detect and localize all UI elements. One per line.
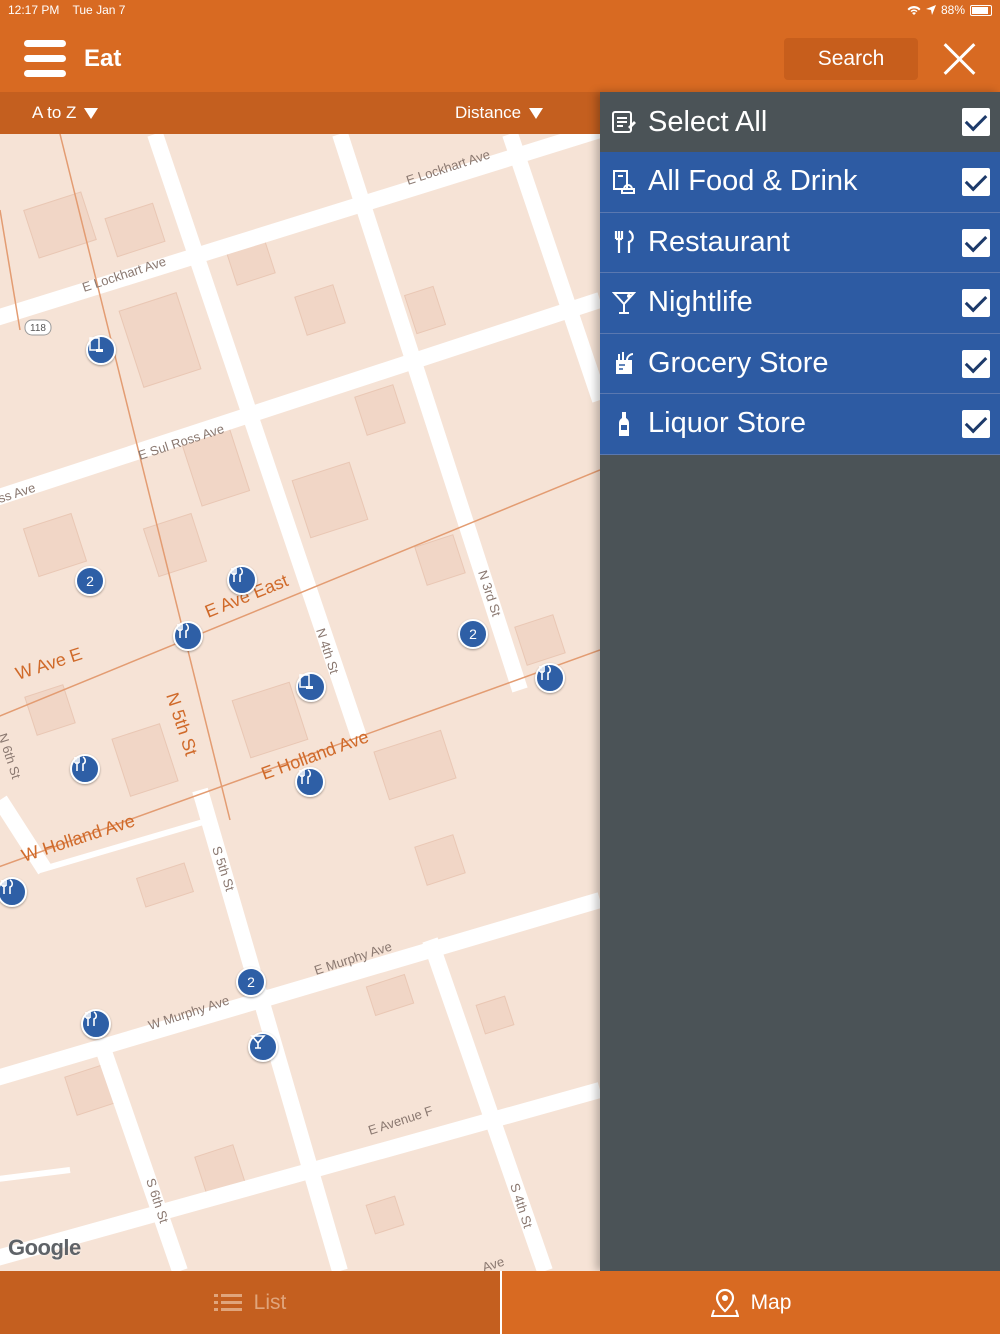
bottom-tab-bar: List Map: [0, 1271, 1000, 1334]
restaurant-pin[interactable]: [227, 565, 257, 595]
top-bar: 12:17 PM Tue Jan 7 88% Eat Search: [0, 0, 1000, 92]
map-view[interactable]: E Lockhart Ave E Lockhart Ave E Sul Ross…: [0, 134, 600, 1271]
street-label: Ave: [480, 1254, 506, 1271]
filter-nightlife[interactable]: Nightlife: [600, 273, 1000, 334]
street-label: S 5th St: [209, 844, 238, 893]
select-all-checkbox[interactable]: [962, 108, 990, 136]
cluster-pin[interactable]: 2: [236, 967, 266, 997]
caret-down-icon: [529, 108, 544, 120]
food-drink-pin[interactable]: [86, 335, 116, 365]
food-drink-pin[interactable]: [296, 672, 326, 702]
fork-knife-icon: [600, 212, 648, 272]
tab-list-label: List: [253, 1290, 287, 1314]
filter-restaurant[interactable]: Restaurant: [600, 212, 1000, 273]
filter-label: Nightlife: [648, 286, 753, 319]
filter-all-food-drink[interactable]: All Food & Drink: [600, 152, 1000, 213]
cocktail-icon: [600, 273, 648, 333]
street-label: N 3rd St: [475, 568, 504, 618]
tab-list[interactable]: List: [0, 1271, 500, 1334]
map-streets: E Lockhart Ave E Lockhart Ave E Sul Ross…: [0, 134, 600, 1271]
nightlife-pin[interactable]: [248, 1032, 278, 1062]
filter-grocery-store[interactable]: Grocery Store: [600, 333, 1000, 394]
google-attribution: Google: [8, 1235, 81, 1260]
filter-checkbox[interactable]: [962, 410, 990, 438]
street-label: S 4th St: [507, 1181, 536, 1230]
cluster-pin[interactable]: 2: [458, 619, 488, 649]
bottle-icon: [600, 394, 648, 454]
street-label: N 6th St: [0, 731, 24, 781]
filter-liquor-store[interactable]: Liquor Store: [600, 394, 1000, 455]
svg-text:118: 118: [30, 323, 46, 334]
sort-distance-label: Distance: [455, 103, 522, 122]
street-label: N 5th St: [162, 690, 201, 758]
caret-down-icon: [84, 108, 99, 120]
sort-a-to-z-label: A to Z: [32, 103, 77, 122]
filter-checkbox[interactable]: [962, 168, 990, 196]
food-drink-icon: [600, 152, 648, 212]
tab-map[interactable]: Map: [500, 1271, 1000, 1334]
street-label: ss Ave: [0, 480, 37, 506]
restaurant-pin[interactable]: [70, 754, 100, 784]
search-button[interactable]: Search: [784, 38, 918, 80]
filter-panel: Select All All Food & Drink Restaurant N…: [600, 92, 1000, 1271]
list-icon: [600, 92, 648, 152]
cluster-pin[interactable]: 2: [75, 566, 105, 596]
status-time: 12:17 PM: [8, 3, 60, 17]
status-date: Tue Jan 7: [72, 3, 126, 17]
restaurant-pin[interactable]: [173, 621, 203, 651]
app-root: 12:17 PM Tue Jan 7 88% Eat Search A to Z…: [0, 0, 1000, 1334]
status-bar: 12:17 PM Tue Jan 7 88%: [0, 0, 1000, 22]
filter-label: Liquor Store: [648, 407, 806, 440]
close-icon[interactable]: [940, 40, 978, 78]
sort-distance-dropdown[interactable]: Distance: [455, 103, 544, 123]
list-icon: [213, 1293, 242, 1311]
tab-map-label: Map: [750, 1290, 792, 1314]
route-shield: 118: [24, 319, 52, 336]
restaurant-pin[interactable]: [535, 663, 565, 693]
filter-label: Grocery Store: [648, 346, 829, 379]
sort-bar: A to Z Distance: [0, 92, 600, 134]
select-all-row[interactable]: Select All: [600, 92, 1000, 152]
grocery-bag-icon: [600, 333, 648, 393]
select-all-label: Select All: [648, 105, 768, 138]
restaurant-pin[interactable]: [295, 767, 325, 797]
filter-checkbox[interactable]: [962, 289, 990, 317]
wifi-icon: [907, 5, 921, 15]
filter-checkbox[interactable]: [962, 349, 990, 378]
menu-icon[interactable]: [24, 40, 66, 78]
filter-label: All Food & Drink: [648, 165, 858, 198]
location-arrow-icon: [925, 5, 936, 15]
restaurant-pin[interactable]: [81, 1009, 111, 1039]
filter-checkbox[interactable]: [962, 228, 990, 257]
battery-icon: [970, 4, 992, 16]
page-title: Eat: [84, 45, 122, 72]
battery-percent: 88%: [940, 3, 965, 17]
sort-a-to-z-dropdown[interactable]: A to Z: [32, 103, 99, 123]
map-pin-icon: [710, 1288, 739, 1317]
filter-label: Restaurant: [648, 225, 790, 258]
street-label: W Ave E: [13, 644, 85, 684]
